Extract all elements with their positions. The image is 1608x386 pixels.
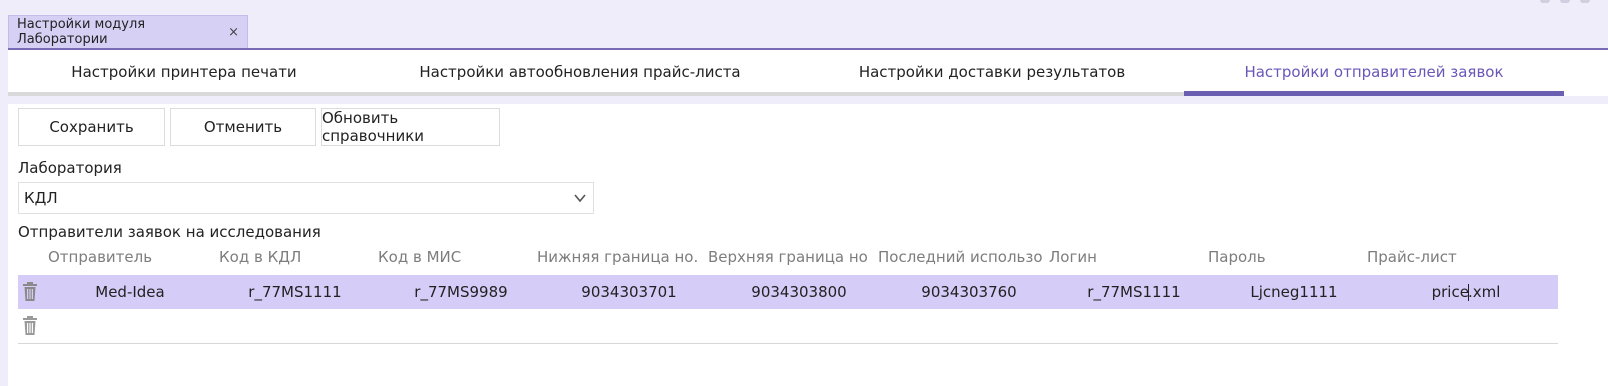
- cell-code-kdl[interactable]: r_77MS1111: [212, 275, 378, 309]
- settings-panel: Настройки принтера печати Настройки авто…: [8, 50, 1608, 386]
- grid-header: Отправитель Код в КДЛ Код в МИС Нижняя г…: [18, 248, 1558, 274]
- laboratory-select-value: КДЛ: [24, 189, 58, 207]
- laboratory-select[interactable]: КДЛ: [18, 182, 594, 214]
- close-icon[interactable]: ×: [228, 25, 239, 40]
- cell-upper-bound[interactable]: 9034303800: [714, 275, 884, 309]
- table-row[interactable]: Med-Idea r_77MS1111 r_77MS9989 903430370…: [18, 275, 1558, 309]
- column-header-upper-bound[interactable]: Верхняя граница но...: [708, 248, 868, 266]
- chevron-down-icon: [574, 194, 586, 203]
- document-tab-strip: Настройки модуля Лаборатории ×: [0, 0, 1608, 50]
- cell-login[interactable]: r_77MS1111: [1054, 275, 1214, 309]
- tabs-separator: [8, 96, 1608, 104]
- cell-sender[interactable]: Med-Idea: [48, 275, 212, 309]
- column-header-last-used[interactable]: Последний использо...: [878, 248, 1043, 266]
- cell-lower-bound[interactable]: 9034303701: [544, 275, 714, 309]
- cell-price-list-editor[interactable]: price.xml: [1374, 275, 1558, 309]
- column-header-code-kdl[interactable]: Код в КДЛ: [219, 248, 369, 266]
- tab-printer-settings[interactable]: Настройки принтера печати: [8, 50, 360, 94]
- window-decoration: [1540, 0, 1550, 3]
- new-row[interactable]: [18, 310, 1558, 344]
- save-button[interactable]: Сохранить: [18, 108, 165, 146]
- column-header-price-list[interactable]: Прайс-лист: [1367, 248, 1517, 266]
- trash-icon[interactable]: [22, 282, 38, 302]
- column-header-password[interactable]: Пароль: [1208, 248, 1358, 266]
- tab-price-list-autoupdate[interactable]: Настройки автообновления прайс-листа: [360, 50, 800, 94]
- column-header-code-mis[interactable]: Код в МИС: [378, 248, 528, 266]
- price-list-text-after-caret: .xml: [1467, 283, 1501, 301]
- settings-tabs: Настройки принтера печати Настройки авто…: [8, 50, 1564, 97]
- cell-last-used[interactable]: 9034303760: [884, 275, 1054, 309]
- column-header-sender[interactable]: Отправитель: [48, 248, 198, 266]
- column-header-login[interactable]: Логин: [1049, 248, 1199, 266]
- cell-code-mis[interactable]: r_77MS9989: [378, 275, 544, 309]
- trash-icon[interactable]: [22, 316, 38, 336]
- cell-password[interactable]: Ljcneg1111: [1214, 275, 1374, 309]
- column-header-lower-bound[interactable]: Нижняя граница но...: [537, 248, 697, 266]
- laboratory-label: Лаборатория: [18, 159, 122, 177]
- window-decoration: [1580, 0, 1590, 3]
- window-decoration: [1560, 0, 1570, 3]
- senders-label: Отправители заявок на исследования: [18, 223, 321, 241]
- tab-results-delivery[interactable]: Настройки доставки результатов: [800, 50, 1184, 94]
- refresh-directories-button[interactable]: Обновить справочники: [321, 108, 500, 146]
- price-list-text-before-caret: price: [1431, 283, 1469, 301]
- document-tab[interactable]: Настройки модуля Лаборатории ×: [8, 15, 248, 48]
- tab-request-senders[interactable]: Настройки отправителей заявок: [1184, 50, 1564, 94]
- cancel-button[interactable]: Отменить: [170, 108, 316, 146]
- document-tab-title: Настройки модуля Лаборатории: [17, 17, 146, 47]
